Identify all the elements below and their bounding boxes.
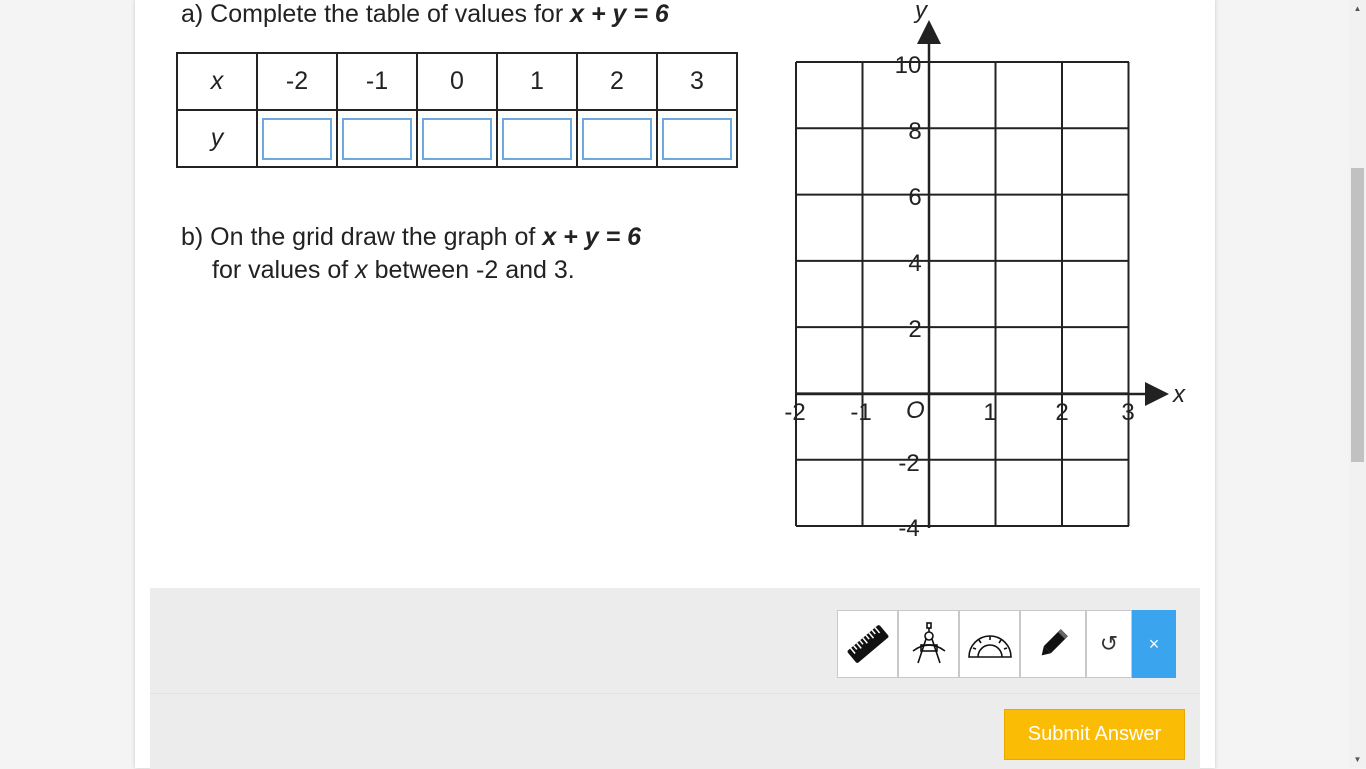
y-axis-label: y [913,0,929,24]
x-axis-label: x [1172,381,1186,408]
pencil-tool-button[interactable] [1020,610,1086,678]
x-tick-label: 2 [1055,399,1068,426]
y-tick-label: 2 [908,316,921,343]
close-icon: × [1148,633,1160,654]
scroll-up-arrow[interactable]: ▲ [1349,0,1366,17]
ruler-tool-button[interactable] [837,610,898,678]
x-tick-label: 3 [1121,399,1134,426]
drawing-toolbar: ↺ × [150,588,1200,693]
drawing-grid[interactable]: x y O -2 -1 1 2 3 10 8 6 4 2 -2 -4 [135,0,1215,560]
scroll-thumb[interactable] [1351,168,1364,462]
x-axis-arrow [1145,382,1169,406]
undo-button[interactable]: ↺ [1086,610,1132,678]
x-tick-label: -1 [850,399,871,426]
y-tick-label: 4 [908,250,921,277]
y-tick-label: 6 [908,184,921,211]
ruler-icon [847,625,888,663]
tool-group: ↺ × [837,610,1176,680]
y-tick-label: -2 [898,450,919,477]
origin-label: O [906,397,925,424]
protractor-icon [967,635,1012,658]
submit-answer-button[interactable]: Submit Answer [1004,709,1185,760]
undo-icon: ↺ [1099,631,1119,656]
scroll-down-arrow[interactable]: ▼ [1349,751,1366,768]
y-tick-label: -4 [898,515,919,542]
x-tick-label: -2 [784,399,805,426]
protractor-tool-button[interactable] [959,610,1020,678]
y-tick-label: 10 [895,52,922,79]
answer-footer: Submit Answer [150,693,1200,769]
y-tick-label: 8 [908,118,921,145]
compass-tool-button[interactable] [898,610,959,678]
vertical-scrollbar[interactable]: ▲ ▼ [1349,0,1366,768]
compass-icon [912,622,945,664]
grid-lines [795,61,1130,527]
pencil-icon [1041,629,1068,656]
x-tick-label: 1 [983,399,996,426]
close-toolbar-button[interactable]: × [1132,610,1176,678]
question-page: a) Complete the table of values for x + … [135,0,1215,769]
